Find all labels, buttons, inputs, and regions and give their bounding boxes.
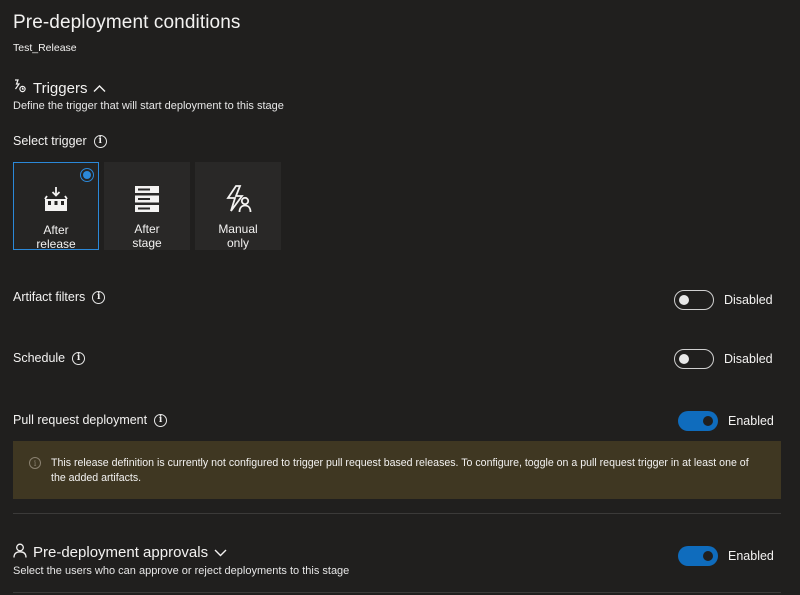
approvals-heading: Pre-deployment approvals (33, 544, 209, 561)
chevron-up-icon[interactable] (93, 80, 106, 97)
warning-text: This release definition is currently not… (51, 457, 749, 484)
trigger-option-after-release[interactable]: After release (13, 162, 99, 251)
pull-request-toggle-group: Enabled (678, 411, 774, 431)
select-trigger-row: Select trigger i (13, 134, 107, 148)
section-divider (13, 513, 781, 514)
info-icon[interactable]: i (93, 134, 107, 148)
schedule-toggle[interactable] (674, 349, 714, 369)
approvals-status: Enabled (728, 549, 774, 563)
artifact-filters-toggle[interactable] (674, 290, 714, 310)
artifact-filters-label: Artifact filters (13, 290, 86, 304)
tile-label-line2: stage (132, 236, 162, 250)
info-icon[interactable]: i (72, 351, 86, 365)
bottom-divider (13, 592, 781, 593)
approvals-toggle-group: Enabled (678, 546, 774, 566)
trigger-option-manual-only[interactable]: Manual only (195, 162, 281, 250)
info-icon[interactable]: i (92, 290, 106, 304)
approvals-header[interactable]: Pre-deployment approvals (13, 543, 227, 562)
schedule-status: Disabled (724, 352, 773, 366)
pull-request-label: Pull request deployment (13, 413, 148, 427)
tile-label-line2: release (36, 237, 76, 251)
pull-request-status: Enabled (728, 414, 774, 428)
triggers-heading: Triggers (33, 79, 88, 97)
artifact-filters-status: Disabled (724, 293, 773, 307)
artifact-filters-toggle-group: Disabled (674, 290, 773, 310)
schedule-label: Schedule (13, 351, 66, 365)
schedule-row: Schedule i (13, 351, 86, 365)
tile-label-line1: Manual (218, 222, 258, 236)
stage-icon (134, 162, 160, 222)
page-title: Pre-deployment conditions (13, 12, 241, 33)
chevron-down-icon[interactable] (214, 544, 227, 561)
tile-label-line1: After (134, 222, 160, 236)
trigger-icon (13, 79, 27, 97)
triggers-description: Define the trigger that will start deplo… (13, 100, 284, 112)
pull-request-row: Pull request deployment i (13, 413, 168, 427)
artifact-filters-row: Artifact filters i (13, 290, 106, 304)
release-icon (43, 163, 69, 223)
pull-request-toggle[interactable] (678, 411, 718, 431)
pull-request-warning-banner: i This release definition is currently n… (13, 441, 781, 499)
info-icon[interactable]: i (154, 413, 168, 427)
approvals-toggle[interactable] (678, 546, 718, 566)
triggers-header[interactable]: Triggers (13, 79, 106, 97)
select-trigger-label: Select trigger (13, 134, 87, 148)
schedule-toggle-group: Disabled (674, 349, 773, 369)
tile-label-line1: After (43, 223, 69, 237)
trigger-option-after-stage[interactable]: After stage (104, 162, 190, 250)
manual-icon (224, 162, 252, 222)
approvals-description: Select the users who can approve or reje… (13, 565, 350, 577)
selected-radio-indicator (80, 168, 94, 182)
tile-label-line2: only (226, 236, 249, 250)
person-icon (13, 543, 27, 562)
page-subtitle: Test_Release (13, 42, 77, 54)
info-circle-icon: i (29, 457, 41, 469)
